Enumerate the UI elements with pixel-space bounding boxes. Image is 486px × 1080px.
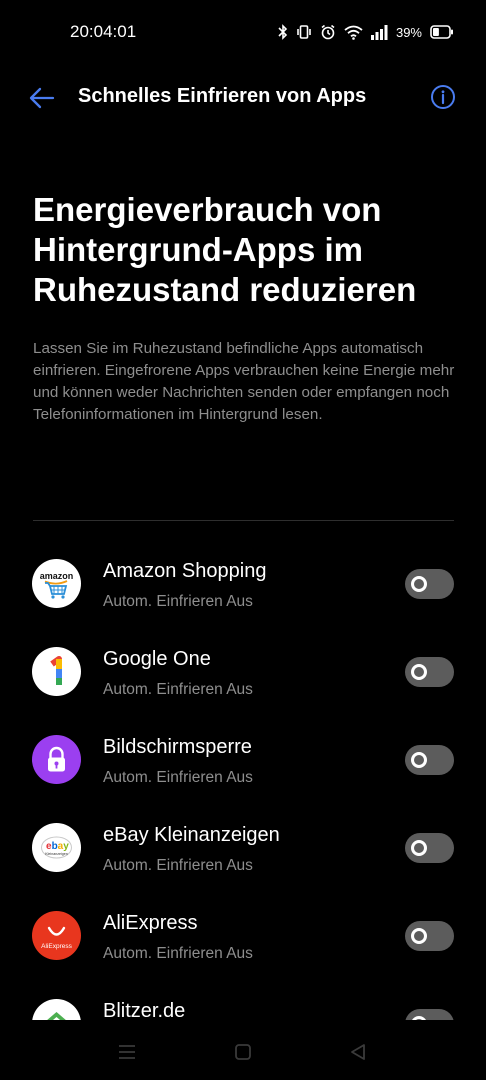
app-status: Autom. Einfrieren Aus xyxy=(103,681,253,698)
aliexpress-icon: AliExpress xyxy=(32,911,81,960)
headline: Energieverbrauch von Hintergrund-Apps im… xyxy=(33,191,417,308)
auto-freeze-toggle[interactable] xyxy=(405,745,454,775)
info-button[interactable] xyxy=(428,82,458,112)
ebay-icon: ebay Kleinanzeigen xyxy=(32,823,81,872)
toggle-knob xyxy=(411,752,427,768)
app-name: Blitzer.de xyxy=(103,1000,186,1020)
app-status: Autom. Einfrieren Aus xyxy=(103,857,253,874)
list-item-blitzer-de[interactable]: Blitzer.de xyxy=(0,980,486,1020)
lock-icon xyxy=(32,735,81,784)
google-one-icon xyxy=(32,647,81,696)
list-item-ebay-kleinanzeigen[interactable]: ebay Kleinanzeigen eBay Kleinanzeigen Au… xyxy=(0,804,486,892)
auto-freeze-toggle[interactable] xyxy=(405,657,454,687)
auto-freeze-toggle[interactable] xyxy=(405,1009,454,1020)
amazon-icon: amazon xyxy=(32,559,81,608)
app-status: Autom. Einfrieren Aus xyxy=(103,769,253,786)
menu-icon xyxy=(119,1045,135,1059)
toggle-knob xyxy=(411,664,427,680)
app-name: eBay Kleinanzeigen xyxy=(103,824,280,846)
app-name: Amazon Shopping xyxy=(103,560,267,582)
status-icons: 39% xyxy=(278,22,454,42)
auto-freeze-toggle[interactable] xyxy=(405,833,454,863)
svg-text:Kleinanzeigen: Kleinanzeigen xyxy=(45,852,68,856)
app-name: Google One xyxy=(103,648,211,670)
list-item-amazon-shopping[interactable]: amazon Amazon Shopping Autom. Einfrieren… xyxy=(0,540,486,628)
arrow-left-icon xyxy=(29,87,55,109)
app-name: AliExpress xyxy=(103,912,198,934)
svg-text:ebay: ebay xyxy=(46,841,69,852)
home-icon xyxy=(235,1044,251,1060)
vibrate-icon xyxy=(296,22,312,42)
toggle-knob xyxy=(411,576,427,592)
bluetooth-icon xyxy=(278,22,288,42)
status-bar: 20:04:01 39% xyxy=(0,0,486,64)
toggle-knob xyxy=(411,840,427,856)
battery-percent: 39% xyxy=(395,24,422,40)
recent-apps-button[interactable] xyxy=(115,1040,139,1064)
list-item-aliexpress[interactable]: AliExpress AliExpress Autom. Einfrieren … xyxy=(0,892,486,980)
divider xyxy=(33,520,454,521)
info-icon xyxy=(431,85,455,109)
wifi-icon xyxy=(344,22,363,42)
svg-text:amazon: amazon xyxy=(40,571,74,581)
auto-freeze-toggle[interactable] xyxy=(405,569,454,599)
signal-icon xyxy=(370,22,388,42)
description-text: Lassen Sie im Ruhezustand befindliche Ap… xyxy=(33,340,455,423)
page-title: Schnelles Einfrieren von Apps xyxy=(78,85,367,107)
navigation-bar xyxy=(0,1022,486,1080)
app-status: Autom. Einfrieren Aus xyxy=(103,945,253,962)
app-name: Bildschirmsperre xyxy=(103,736,252,758)
toggle-knob xyxy=(411,1016,427,1020)
list-item-google-one[interactable]: Google One Autom. Einfrieren Aus xyxy=(0,628,486,716)
toolbar: Schnelles Einfrieren von Apps xyxy=(0,72,486,122)
app-list[interactable]: amazon Amazon Shopping Autom. Einfrieren… xyxy=(0,540,486,1020)
back-button[interactable] xyxy=(26,82,58,114)
battery-icon xyxy=(430,22,454,42)
auto-freeze-toggle[interactable] xyxy=(405,921,454,951)
nav-back-button[interactable] xyxy=(346,1040,370,1064)
back-triangle-icon xyxy=(351,1044,365,1060)
home-button[interactable] xyxy=(231,1040,255,1064)
app-status: Autom. Einfrieren Aus xyxy=(103,593,253,610)
list-item-bildschirmsperre[interactable]: Bildschirmsperre Autom. Einfrieren Aus xyxy=(0,716,486,804)
svg-text:AliExpress: AliExpress xyxy=(41,943,72,950)
toggle-knob xyxy=(411,928,427,944)
status-time: 20:04:01 xyxy=(70,22,137,41)
blitzer-icon xyxy=(32,999,81,1020)
alarm-icon xyxy=(320,22,336,42)
